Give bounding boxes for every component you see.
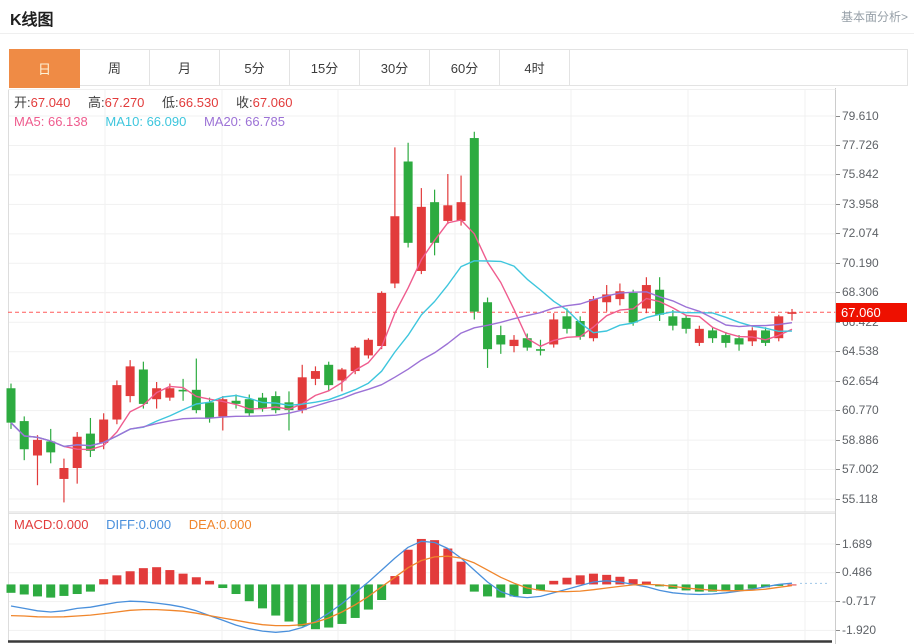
tab-15min[interactable]: 15分	[290, 50, 360, 85]
candlestick-chart	[0, 88, 836, 513]
tab-month[interactable]: 月	[150, 50, 220, 85]
title-divider	[0, 33, 914, 34]
macd-axis-tick	[836, 572, 840, 573]
ohlc-legend: 开:67.040 高:67.270 低:66.530 收:67.060	[14, 92, 306, 111]
tab-week[interactable]: 周	[80, 50, 150, 85]
y-axis-label: 58.886	[842, 431, 906, 449]
ma10-value: 66.090	[147, 114, 187, 129]
y-axis-label: 70.190	[842, 254, 906, 272]
page-title: K线图	[10, 6, 54, 30]
low-label: 低:	[162, 95, 179, 110]
dea-label: DEA:	[189, 517, 219, 532]
macd-axis-label: -1.920	[842, 621, 906, 639]
y-axis-tick	[836, 440, 840, 441]
macd-axis-tick	[836, 601, 840, 602]
ma5-value: 66.138	[48, 114, 88, 129]
macd-axis-tick	[836, 630, 840, 631]
tab-5min[interactable]: 5分	[220, 50, 290, 85]
y-axis-tick	[836, 469, 840, 470]
y-axis-label: 72.074	[842, 224, 906, 242]
close-value: 67.060	[253, 95, 293, 110]
y-axis-label: 60.770	[842, 401, 906, 419]
y-axis-label: 75.842	[842, 165, 906, 183]
tabbar-filler	[570, 50, 907, 85]
low-value: 66.530	[179, 95, 219, 110]
y-axis-tick	[836, 381, 840, 382]
y-axis-label: 79.610	[842, 107, 906, 125]
y-axis-tick	[836, 351, 840, 352]
macd-axis-label: 1.689	[842, 535, 906, 553]
y-axis-tick	[836, 292, 840, 293]
y-axis-tick	[836, 174, 840, 175]
macd-legend: MACD:0.000 DIFF:0.000 DEA:0.000	[14, 517, 266, 532]
dea-value: 0.000	[219, 517, 252, 532]
y-axis-tick	[836, 116, 840, 117]
y-axis-tick	[836, 322, 840, 323]
fundamental-analysis-link[interactable]: 基本面分析>	[841, 8, 908, 25]
kline-page: K线图 基本面分析> 日 周 月 5分 15分 30分 60分 4时 开:67.…	[0, 0, 914, 644]
current-price-badge: 67.060	[836, 303, 907, 322]
period-tabbar: 日 周 月 5分 15分 30分 60分 4时	[9, 49, 908, 86]
ma10-label: MA10:	[105, 114, 143, 129]
ma-legend: MA5: 66.138 MA10: 66.090 MA20: 66.785	[14, 114, 299, 129]
y-axis-tick	[836, 233, 840, 234]
open-label: 开:	[14, 95, 31, 110]
macd-axis-tick	[836, 544, 840, 545]
candlestick-series	[7, 132, 797, 503]
macd-line-dea	[11, 556, 792, 625]
macd-label: MACD:	[14, 517, 56, 532]
ma20-label: MA20:	[204, 114, 242, 129]
y-axis-label: 55.118	[842, 490, 906, 508]
y-axis-label: 77.726	[842, 136, 906, 154]
diff-value: 0.000	[139, 517, 172, 532]
y-axis-tick	[836, 204, 840, 205]
y-axis-label: 73.958	[842, 195, 906, 213]
ma20-value: 66.785	[245, 114, 285, 129]
tab-60min[interactable]: 60分	[430, 50, 500, 85]
open-value: 67.040	[31, 95, 71, 110]
y-axis-label: 57.002	[842, 460, 906, 478]
close-label: 收:	[236, 95, 253, 110]
y-axis-label: 62.654	[842, 372, 906, 390]
ma5-label: MA5:	[14, 114, 44, 129]
high-value: 67.270	[105, 95, 145, 110]
macd-axis-label: 0.486	[842, 563, 906, 581]
macd-value: 0.000	[56, 517, 89, 532]
chart-area: 开:67.040 高:67.270 低:66.530 收:67.060 MA5:…	[0, 88, 914, 644]
y-axis-tick	[836, 263, 840, 264]
ma-line-ma10	[11, 261, 792, 447]
tab-30min[interactable]: 30分	[360, 50, 430, 85]
macd-axis-label: -0.717	[842, 592, 906, 610]
y-axis-label: 64.538	[842, 342, 906, 360]
tab-day[interactable]: 日	[9, 49, 80, 88]
diff-label: DIFF:	[106, 517, 139, 532]
tab-4hour[interactable]: 4时	[500, 50, 570, 85]
y-axis-label: 68.306	[842, 283, 906, 301]
macd-chart	[0, 513, 836, 644]
y-axis-tick	[836, 145, 840, 146]
y-axis-tick	[836, 499, 840, 500]
y-axis-tick	[836, 410, 840, 411]
ma-line-ma5	[11, 220, 792, 450]
high-label: 高:	[88, 95, 105, 110]
